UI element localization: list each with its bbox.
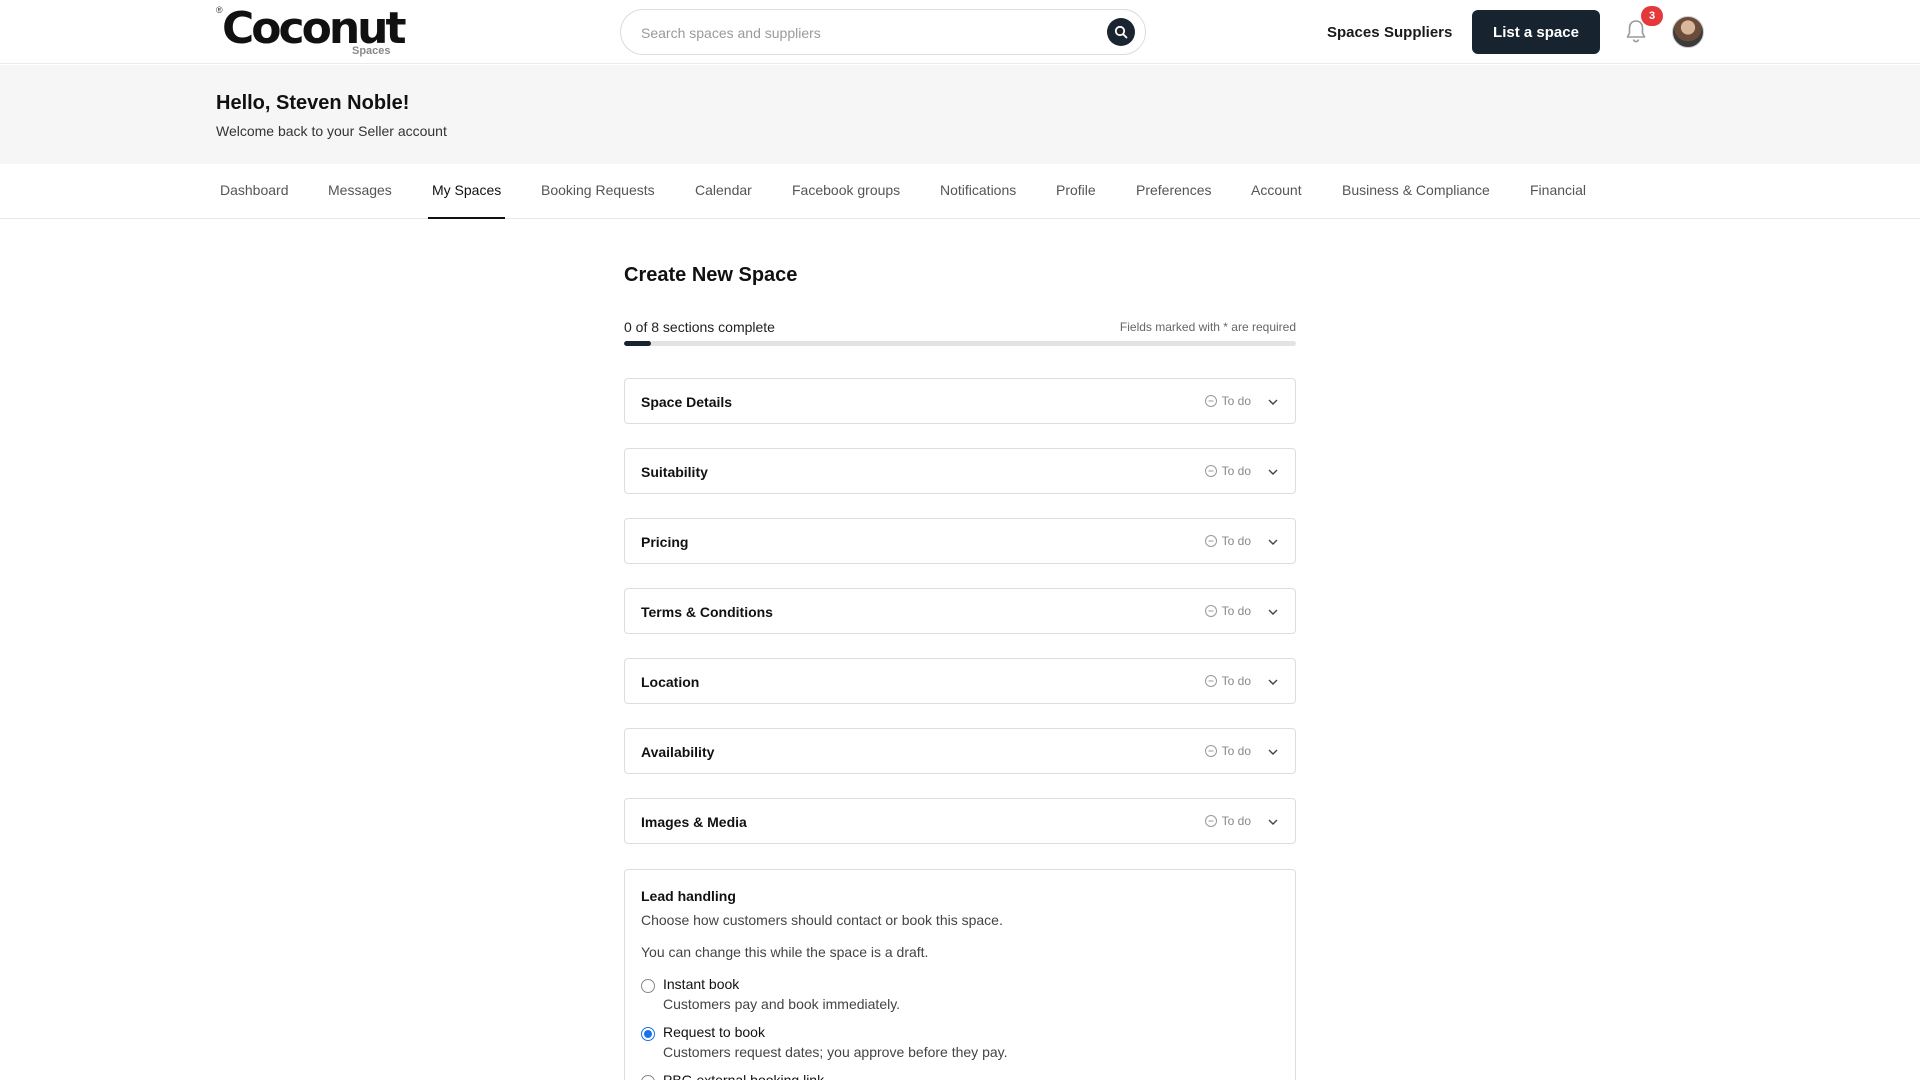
chevron-down-icon[interactable] bbox=[1267, 746, 1279, 758]
tab-preferences[interactable]: Preferences bbox=[1132, 182, 1215, 219]
section-title: Availability bbox=[641, 744, 715, 760]
status-label: To do bbox=[1221, 534, 1251, 548]
required-fields-note: Fields marked with * are required bbox=[1119, 320, 1296, 334]
tab-business-compliance[interactable]: Business & Compliance bbox=[1338, 182, 1494, 219]
status-label: To do bbox=[1221, 604, 1251, 618]
tab-calendar[interactable]: Calendar bbox=[691, 182, 756, 219]
section-title: Pricing bbox=[641, 534, 689, 550]
chevron-down-icon[interactable] bbox=[1267, 466, 1279, 478]
status-label: To do bbox=[1221, 814, 1251, 828]
top-navbar: ® Coconut Spaces Spaces Suppliers List a… bbox=[0, 0, 1920, 64]
tab-facebook-groups[interactable]: Facebook groups bbox=[788, 182, 904, 219]
option-description: Customers request dates; you approve bef… bbox=[663, 1044, 1008, 1060]
status-label: To do bbox=[1221, 674, 1251, 688]
lead-handling-card: Lead handling Choose how customers shoul… bbox=[624, 869, 1296, 1080]
option-instant-book[interactable]: Instant book Customers pay and book imme… bbox=[641, 976, 1241, 1016]
nav-suppliers-link[interactable]: Suppliers bbox=[1384, 24, 1452, 41]
option-description: Customers pay and book immediately. bbox=[663, 996, 901, 1012]
tab-messages[interactable]: Messages bbox=[324, 182, 396, 219]
tab-my-spaces[interactable]: My Spaces bbox=[428, 182, 506, 219]
section-title: Terms & Conditions bbox=[641, 604, 773, 620]
page-title: Create New Space bbox=[624, 264, 798, 286]
option-label: Request to book bbox=[663, 1024, 765, 1040]
section-status: To do bbox=[1204, 534, 1251, 548]
chevron-down-icon[interactable] bbox=[1267, 606, 1279, 618]
chevron-down-icon[interactable] bbox=[1267, 396, 1279, 408]
section-status: To do bbox=[1204, 674, 1251, 688]
create-space-form: Create New Space 0 of 8 sections complet… bbox=[624, 264, 1296, 1080]
section-title: Location bbox=[641, 674, 700, 690]
chevron-down-icon[interactable] bbox=[1267, 816, 1279, 828]
progress-summary: 0 of 8 sections complete Fields marked w… bbox=[624, 319, 1296, 335]
search-icon bbox=[1114, 25, 1128, 39]
logo-subtitle: Spaces bbox=[352, 45, 391, 57]
instant-book-radio[interactable] bbox=[641, 979, 655, 993]
status-label: To do bbox=[1221, 464, 1251, 478]
coconut-logo[interactable]: ® Coconut Spaces bbox=[216, 4, 407, 60]
option-label: PBG external booking link bbox=[663, 1072, 825, 1080]
status-label: To do bbox=[1221, 744, 1251, 758]
list-a-space-button[interactable]: List a space bbox=[1472, 10, 1600, 54]
status-todo-icon bbox=[1204, 675, 1217, 687]
section-status: To do bbox=[1204, 394, 1251, 408]
status-todo-icon bbox=[1204, 745, 1217, 757]
nav-spaces-link[interactable]: Spaces bbox=[1327, 24, 1380, 41]
status-todo-icon bbox=[1204, 535, 1217, 547]
tab-financial[interactable]: Financial bbox=[1526, 182, 1590, 219]
section-status: To do bbox=[1204, 744, 1251, 758]
greeting-subtitle: Welcome back to your Seller account bbox=[216, 123, 447, 139]
section-location[interactable]: Location To do bbox=[624, 658, 1296, 704]
lead-handling-description: Choose how customers should contact or b… bbox=[641, 912, 1003, 928]
section-availability[interactable]: Availability To do bbox=[624, 728, 1296, 774]
progress-bar-fill bbox=[624, 341, 651, 346]
account-tabs: Dashboard Messages My Spaces Booking Req… bbox=[0, 164, 1920, 219]
section-suitability[interactable]: Suitability To do bbox=[624, 448, 1296, 494]
section-title: Suitability bbox=[641, 464, 708, 480]
section-title: Images & Media bbox=[641, 814, 747, 830]
status-label: To do bbox=[1221, 394, 1251, 408]
progress-text: 0 of 8 sections complete bbox=[624, 319, 775, 335]
section-images-media[interactable]: Images & Media To do bbox=[624, 798, 1296, 844]
option-request-to-book[interactable]: Request to book Customers request dates;… bbox=[641, 1024, 1241, 1064]
section-status: To do bbox=[1204, 814, 1251, 828]
tab-booking-requests[interactable]: Booking Requests bbox=[537, 182, 659, 219]
external-booking-link-radio[interactable] bbox=[641, 1075, 655, 1080]
section-status: To do bbox=[1204, 604, 1251, 618]
tab-profile[interactable]: Profile bbox=[1052, 182, 1100, 219]
search-bar bbox=[620, 9, 1146, 55]
status-todo-icon bbox=[1204, 815, 1217, 827]
search-input[interactable] bbox=[641, 22, 1081, 44]
tab-account[interactable]: Account bbox=[1247, 182, 1306, 219]
user-avatar[interactable] bbox=[1672, 16, 1704, 48]
section-space-details[interactable]: Space Details To do bbox=[624, 378, 1296, 424]
lead-handling-title: Lead handling bbox=[641, 888, 736, 904]
section-title: Space Details bbox=[641, 394, 733, 410]
section-terms-conditions[interactable]: Terms & Conditions To do bbox=[624, 588, 1296, 634]
chevron-down-icon[interactable] bbox=[1267, 676, 1279, 688]
status-todo-icon bbox=[1204, 605, 1217, 617]
request-to-book-radio[interactable] bbox=[641, 1027, 655, 1041]
progress-bar bbox=[624, 341, 1296, 346]
status-todo-icon bbox=[1204, 395, 1217, 407]
status-todo-icon bbox=[1204, 465, 1217, 477]
tab-notifications[interactable]: Notifications bbox=[936, 182, 1020, 219]
option-external-booking-link[interactable]: PBG external booking link bbox=[641, 1072, 1241, 1080]
section-pricing[interactable]: Pricing To do bbox=[624, 518, 1296, 564]
chevron-down-icon[interactable] bbox=[1267, 536, 1279, 548]
option-label: Instant book bbox=[663, 976, 740, 992]
greeting-banner: Hello, Steven Noble! Welcome back to you… bbox=[0, 65, 1920, 164]
notification-count-badge: 3 bbox=[1641, 6, 1663, 26]
section-status: To do bbox=[1204, 464, 1251, 478]
lead-handling-note: You can change this while the space is a… bbox=[641, 944, 929, 960]
search-button[interactable] bbox=[1107, 18, 1135, 46]
greeting-title: Hello, Steven Noble! bbox=[216, 92, 410, 114]
tab-dashboard[interactable]: Dashboard bbox=[216, 182, 293, 219]
